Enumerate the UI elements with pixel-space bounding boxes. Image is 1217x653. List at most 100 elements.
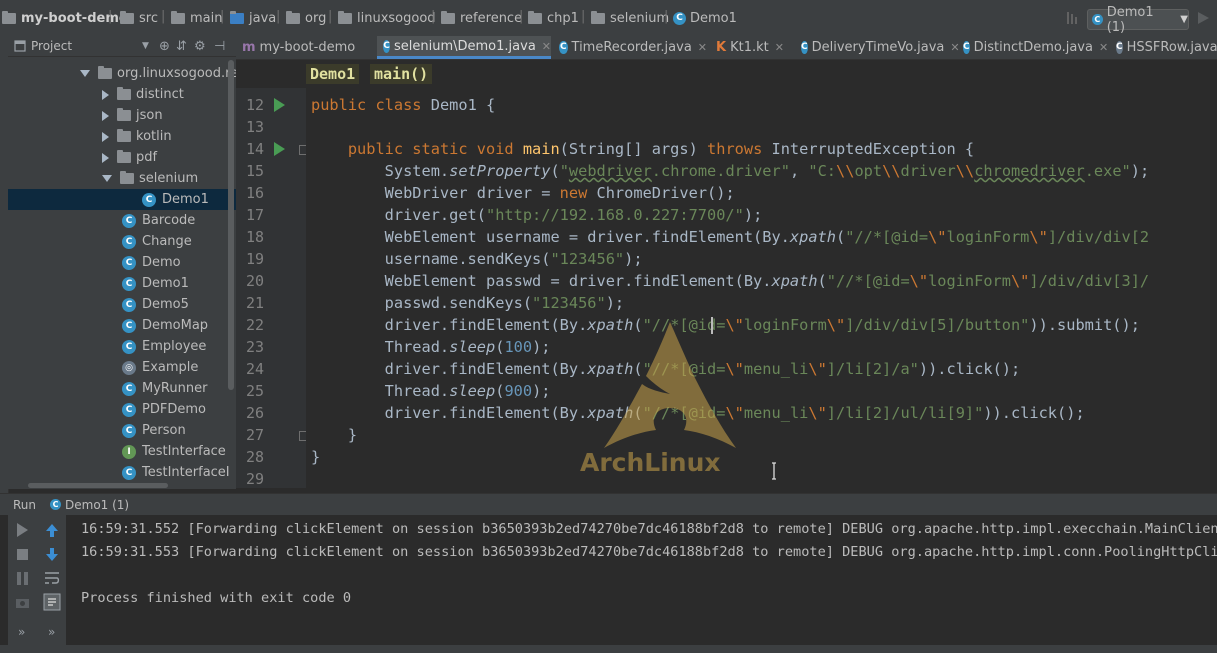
collapse-all-icon[interactable]: ⇵ <box>176 39 187 54</box>
tree-item-label: Example <box>142 360 199 375</box>
tab-my-boot-demo[interactable]: m my-boot-demo <box>236 36 376 59</box>
tree-item-distinct[interactable]: distinct <box>8 84 236 105</box>
breadcrumb-java[interactable]: java <box>230 9 276 27</box>
gear-icon[interactable]: ⚙ <box>194 39 206 54</box>
run-panel-title[interactable]: Run <box>13 498 36 512</box>
line-number: 26 <box>245 404 264 422</box>
tree-item-label: distinct <box>136 87 184 102</box>
breadcrumb-class[interactable]: Demo1 <box>306 64 360 84</box>
run-class-icon[interactable] <box>274 98 285 112</box>
code-line-25: Thread.sleep(900); <box>311 382 551 400</box>
line-number: 22 <box>245 316 264 334</box>
tree-item-change[interactable]: C Change <box>8 231 236 252</box>
sort-icon[interactable] <box>1066 11 1078 25</box>
breadcrumb-main[interactable]: main <box>171 9 222 27</box>
tree-item-json[interactable]: json <box>8 105 236 126</box>
project-panel-header: Project ▼ ⊕ ⇵ ⚙ ⊣ <box>8 36 236 57</box>
tree-item-demomap[interactable]: C DemoMap <box>8 315 236 336</box>
breadcrumb-org[interactable]: org <box>286 9 326 27</box>
breadcrumb-demo1[interactable]: C Demo1 <box>673 9 737 27</box>
tree-item-testinterface[interactable]: I TestInterface <box>8 441 236 462</box>
line-number: 12 <box>245 96 264 114</box>
tree-item-label: json <box>136 108 163 123</box>
scroll-to-end-icon[interactable] <box>43 593 61 611</box>
breadcrumb-method[interactable]: main() <box>370 64 433 84</box>
camera-icon[interactable] <box>13 593 31 611</box>
library-class-icon: C <box>1116 41 1123 54</box>
more-icon[interactable]: » <box>18 625 25 639</box>
more-icon[interactable]: » <box>48 625 55 639</box>
chevron-down-icon[interactable]: ▼ <box>142 41 149 51</box>
tree-item-pdf[interactable]: pdf <box>8 147 236 168</box>
tab-label: HSSFRow.java <box>1126 40 1217 55</box>
scroll-from-source-icon[interactable]: ⊕ <box>159 39 170 54</box>
tree-item-example[interactable]: ◎ Example <box>8 357 236 378</box>
tree-item-demo5[interactable]: C Demo5 <box>8 294 236 315</box>
tree-item-kotlin[interactable]: kotlin <box>8 126 236 147</box>
up-arrow-icon[interactable] <box>43 521 61 539</box>
run-icon[interactable] <box>1196 11 1210 25</box>
breadcrumb-linuxsogood[interactable]: linuxsogood <box>338 9 436 27</box>
breadcrumb-src[interactable]: src <box>120 9 158 27</box>
source-folder-icon <box>230 10 244 24</box>
tree-item-label: PDFDemo <box>142 402 206 417</box>
pause-icon[interactable] <box>13 569 31 587</box>
down-arrow-icon[interactable] <box>43 545 61 563</box>
tree-item-label: TestInterfaceI <box>142 465 230 480</box>
expanded-arrow-icon <box>80 70 90 77</box>
hide-panel-icon[interactable]: ⊣ <box>214 39 225 54</box>
chevron-down-icon: ▼ <box>1180 14 1188 25</box>
separator: | <box>664 9 669 24</box>
tree-item-myrunner[interactable]: C MyRunner <box>8 378 236 399</box>
close-icon[interactable]: ✕ <box>542 40 551 53</box>
tab-label: DistinctDemo.java <box>973 40 1093 55</box>
code-line-15: System.setProperty("webdriver.chrome.dri… <box>311 162 1150 180</box>
tab-kt1[interactable]: K Kt1.kt ✕ <box>710 36 792 59</box>
run-configuration-select[interactable]: C Demo1 (1) ▼ <box>1087 5 1189 35</box>
tab-label: selenium\Demo1.java <box>394 38 536 54</box>
tree-item-demo1[interactable]: C Demo1 <box>8 273 236 294</box>
tab-deliverytimevo[interactable]: C DeliveryTimeVo.java ✕ <box>795 36 960 59</box>
rerun-icon[interactable] <box>13 521 31 539</box>
tree-item-employee[interactable]: C Employee <box>8 336 236 357</box>
tree-item-selenium[interactable]: selenium <box>8 168 236 189</box>
tree-item-demo[interactable]: C Demo <box>8 252 236 273</box>
folder-icon <box>441 10 455 24</box>
project-panel-title[interactable]: Project <box>31 39 72 53</box>
tree-item-barcode[interactable]: C Barcode <box>8 210 236 231</box>
breadcrumb-reference[interactable]: reference <box>441 9 522 27</box>
tab-hssfrow[interactable]: C HSSFRow.java <box>1110 36 1217 59</box>
breadcrumb-chp1[interactable]: chp1 <box>528 9 579 27</box>
close-icon[interactable]: ✕ <box>775 41 784 54</box>
tab-demo1-active[interactable]: C selenium\Demo1.java ✕ <box>377 36 551 59</box>
navigation-bar: my-boot-demo | src | main | java | org |… <box>0 0 1217 37</box>
code-line-19: username.sendKeys("123456"); <box>311 250 643 268</box>
breadcrumb-selenium[interactable]: selenium <box>591 9 669 27</box>
close-icon[interactable]: ✕ <box>1099 41 1108 54</box>
run-config-tab[interactable]: C Demo1 (1) <box>50 498 129 512</box>
breadcrumb-label: main <box>190 10 223 26</box>
package-icon <box>98 66 112 79</box>
status-bar <box>0 645 1217 653</box>
tree-item-pdfdemo[interactable]: C PDFDemo <box>8 399 236 420</box>
tree-item-person[interactable]: C Person <box>8 420 236 441</box>
breadcrumb-label: Demo1 <box>690 10 737 26</box>
console-output[interactable]: 16:59:31.552 [Forwarding clickElement on… <box>66 515 1217 645</box>
tab-timerecorder[interactable]: C TimeRecorder.java ✕ <box>553 36 707 59</box>
tree-vertical-scrollbar[interactable] <box>228 60 234 390</box>
tab-distinctdemo[interactable]: C DistinctDemo.java ✕ <box>957 36 1108 59</box>
tree-item-package[interactable]: org.linuxsogood.ref <box>8 63 236 84</box>
breadcrumb-label: selenium <box>610 10 670 26</box>
run-config-tab-label: Demo1 (1) <box>65 497 130 512</box>
tree-item-label: Demo1 <box>162 192 209 207</box>
tree-item-demo1-selected[interactable]: C Demo1 <box>8 189 236 210</box>
tree-horizontal-scrollbar[interactable] <box>28 483 168 488</box>
soft-wrap-icon[interactable] <box>43 569 61 587</box>
code-line-20: WebElement passwd = driver.findElement(B… <box>311 272 1150 290</box>
stop-icon[interactable] <box>13 545 31 563</box>
run-method-icon[interactable] <box>274 142 285 156</box>
close-icon[interactable]: ✕ <box>698 41 707 54</box>
folder-icon <box>171 10 185 24</box>
line-number: 17 <box>245 206 264 224</box>
tree-item-testinterfacei[interactable]: C TestInterfaceI <box>8 462 236 483</box>
